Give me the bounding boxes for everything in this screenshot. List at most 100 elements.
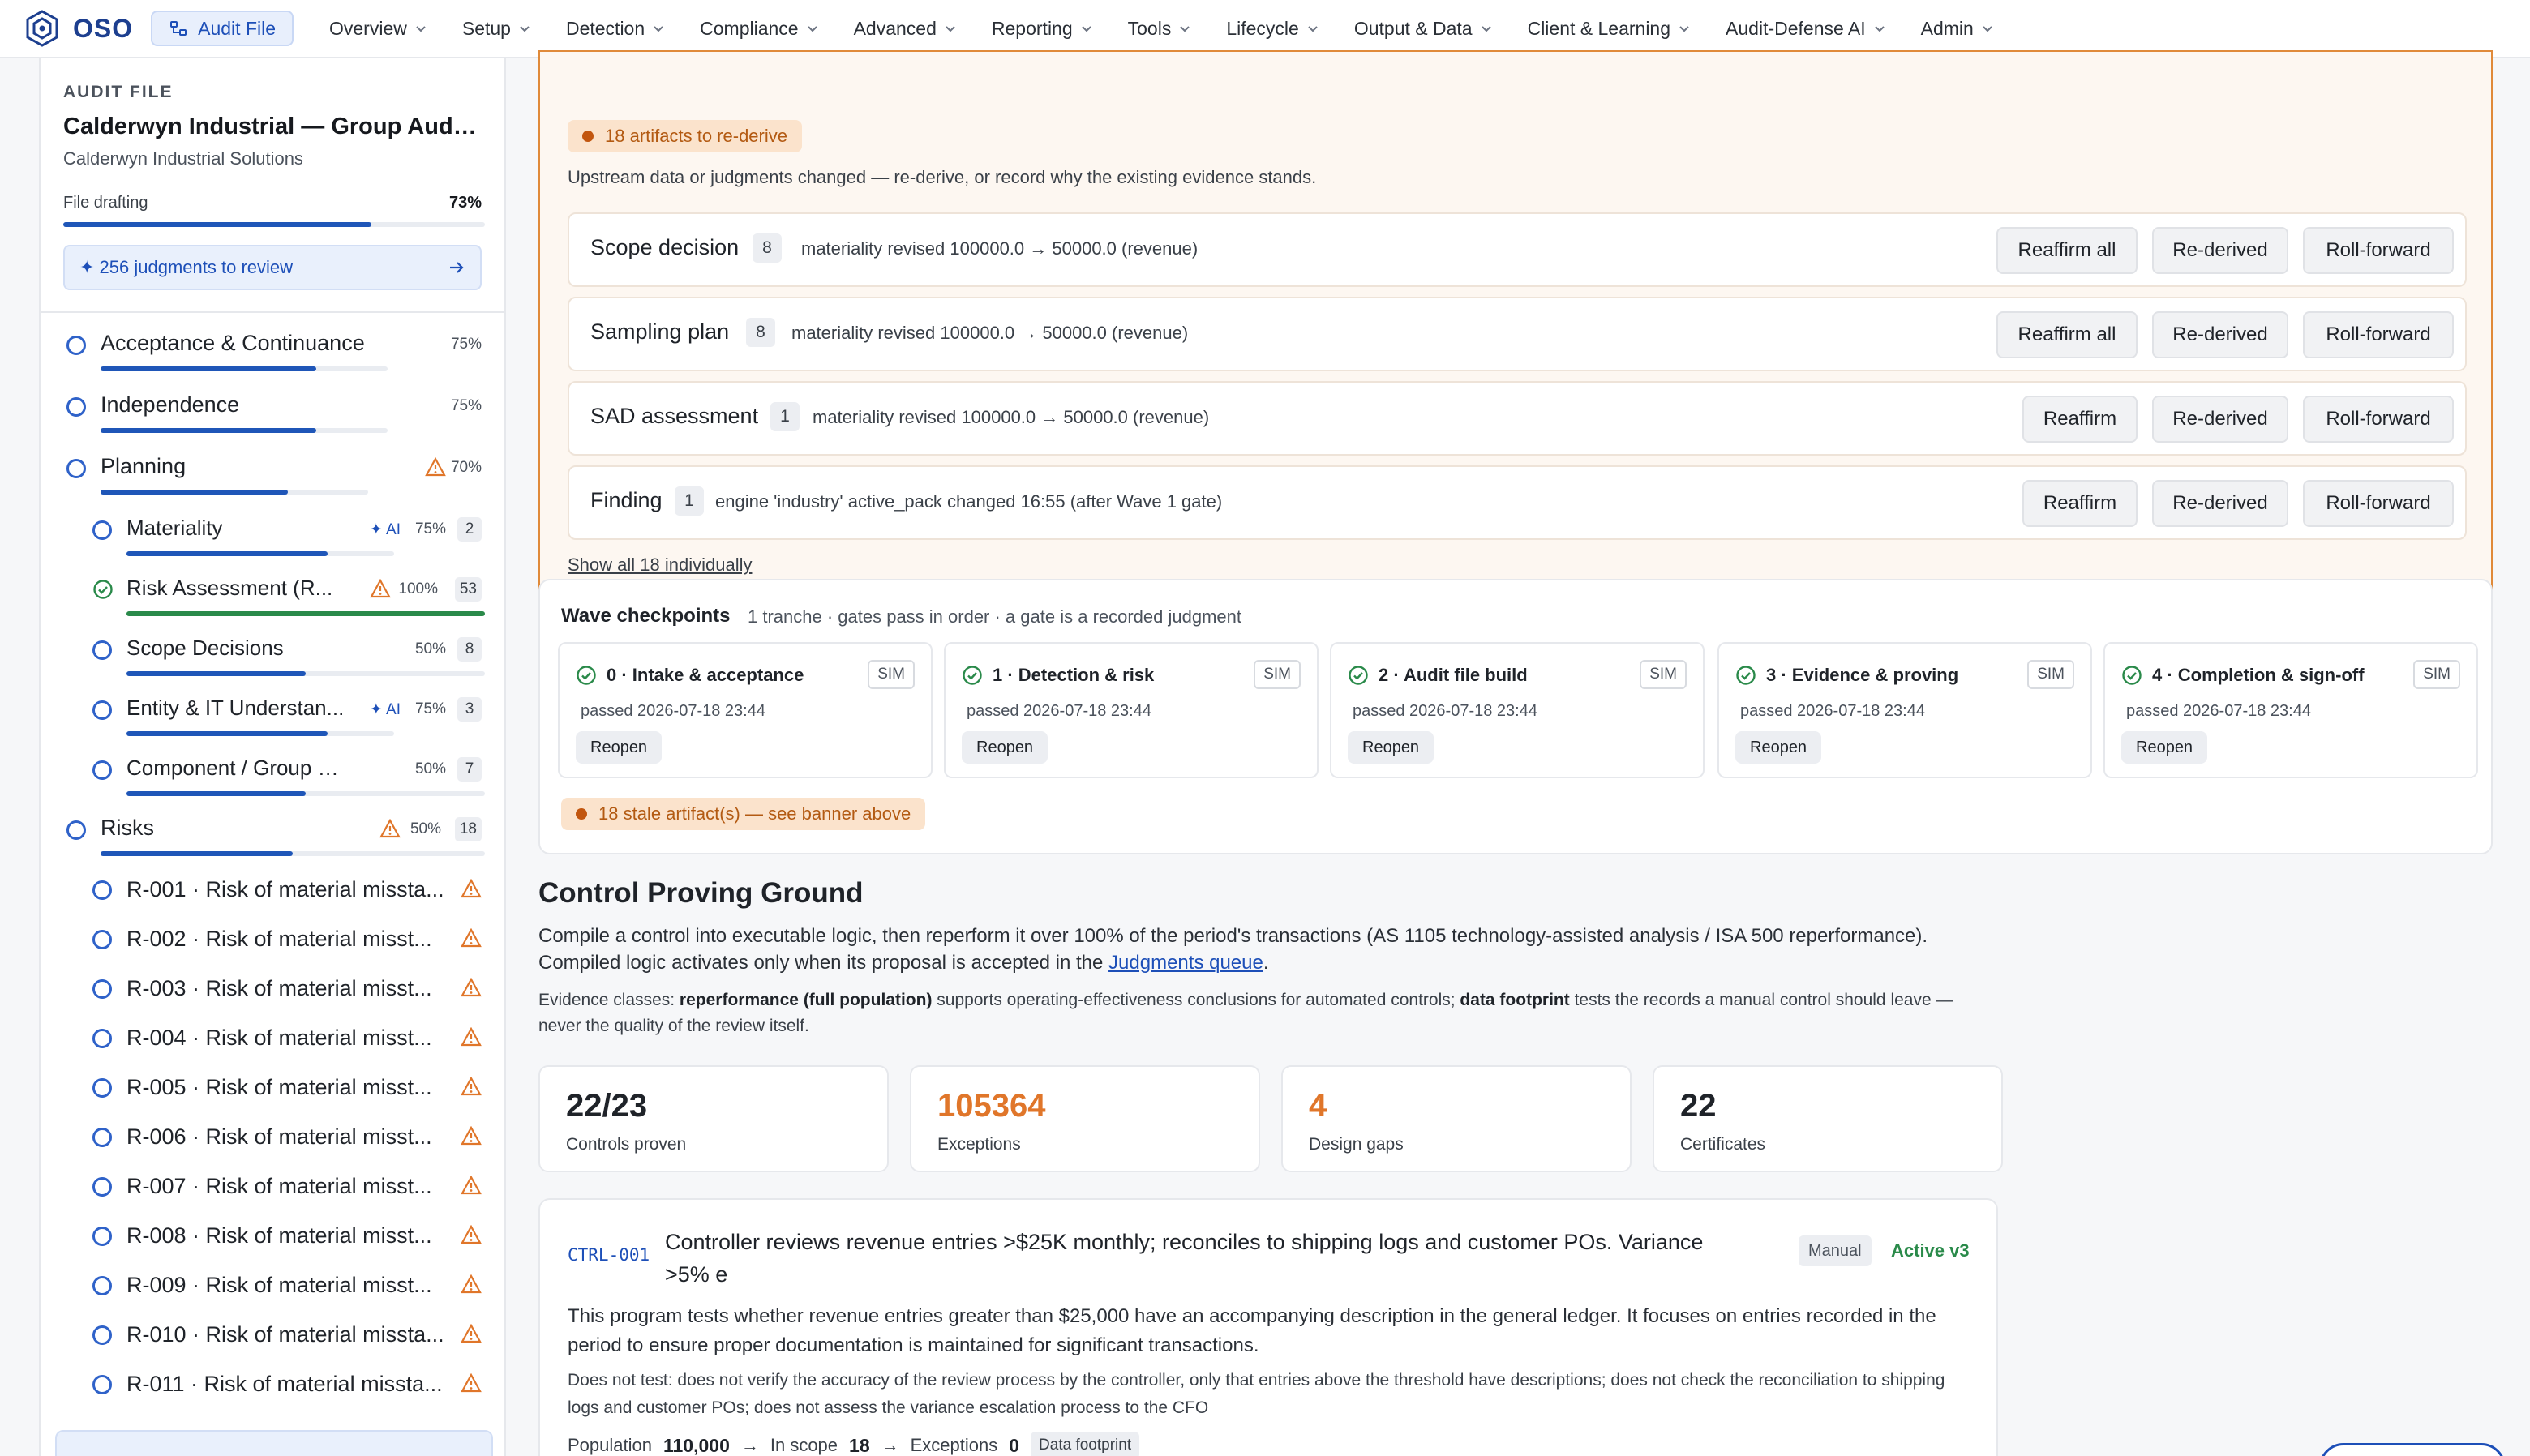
chevron-down-icon xyxy=(946,26,955,32)
risk-list-item[interactable]: R-005 · Risk of material misst... xyxy=(63,1065,482,1115)
rederive-item-name: SAD assessment xyxy=(590,404,759,428)
reopen-button[interactable]: Reopen xyxy=(962,731,1048,764)
wave-passed-timestamp: passed 2026-07-18 23:44 xyxy=(2126,702,2311,720)
tree-item-acceptance[interactable]: Acceptance & Continuance 75% xyxy=(63,321,482,383)
roll-forward-button[interactable]: Roll-forward xyxy=(2303,311,2454,358)
judgments-review-button[interactable]: ✦ 256 judgments to review xyxy=(63,245,482,290)
risk-list-item[interactable]: R-006 · Risk of material misst... xyxy=(63,1115,482,1164)
stat-value: 4 xyxy=(1309,1088,1327,1124)
stale-artifacts-pill[interactable]: 18 stale artifact(s) — see banner above xyxy=(561,798,926,830)
tree-item-materiality[interactable]: Materiality ✦ AI 75% 2 xyxy=(63,506,482,566)
nav-overview[interactable]: Overview xyxy=(311,0,444,58)
tree-item-percent: 75% xyxy=(450,397,482,414)
nav-lifecycle[interactable]: Lifecycle xyxy=(1208,0,1336,58)
risk-item-label: R-001 · Risk of material missta... xyxy=(126,877,444,901)
reaffirm-all-button[interactable]: Reaffirm all xyxy=(1996,311,2138,358)
risk-list-item[interactable]: R-008 · Risk of material misst... xyxy=(63,1214,482,1263)
risk-list-item[interactable]: R-011 · Risk of material missta... xyxy=(63,1362,482,1411)
engagement-title[interactable]: Calderwyn Industrial — Group Audit... xyxy=(63,113,482,140)
tree-item-component-group-scope[interactable]: Component / Group Scop... 50% 7 xyxy=(63,746,485,806)
tree-item-percent: 75% xyxy=(414,700,446,717)
reopen-button[interactable]: Reopen xyxy=(2121,731,2208,764)
status-circle-icon xyxy=(92,1177,112,1197)
control-id[interactable]: CTRL-001 xyxy=(568,1245,650,1265)
reopen-button[interactable]: Reopen xyxy=(1735,731,1822,764)
stat-value: 105364 xyxy=(937,1088,1046,1124)
nav-client-learning[interactable]: Client & Learning xyxy=(1510,0,1708,58)
tree-item-progress xyxy=(126,791,485,796)
rederive-item-scope-decision: Scope decision 8 materiality revised 100… xyxy=(568,212,2467,287)
risk-list-item[interactable]: R-002 · Risk of material misst... xyxy=(63,917,482,966)
roll-forward-button[interactable]: Roll-forward xyxy=(2303,396,2454,443)
stat-design-gaps: 4 Design gaps xyxy=(1281,1065,1632,1172)
warning-icon xyxy=(370,579,391,598)
re-derived-button[interactable]: Re-derived xyxy=(2152,480,2288,527)
status-circle-icon xyxy=(92,1128,112,1147)
roll-forward-button[interactable]: Roll-forward xyxy=(2303,227,2454,274)
reaffirm-all-button[interactable]: Reaffirm all xyxy=(1996,227,2138,274)
nav-tools[interactable]: Tools xyxy=(1110,0,1209,58)
risk-list-item[interactable]: R-009 · Risk of material misst... xyxy=(63,1263,482,1313)
tree-item-planning[interactable]: Planning 70% xyxy=(63,444,482,506)
audit-file-button[interactable]: Audit File xyxy=(151,11,294,46)
rederive-item-sampling-plan: Sampling plan 8 materiality revised 1000… xyxy=(568,297,2467,371)
check-circle-icon xyxy=(1349,666,1368,685)
wave-checkpoint-card: 2 · Audit file build SIM passed 2026-07-18… xyxy=(1330,642,1705,778)
warning-icon xyxy=(380,819,401,838)
re-derived-button[interactable]: Re-derived xyxy=(2152,227,2288,274)
reopen-button[interactable]: Reopen xyxy=(576,731,663,764)
tree-item-scope-decisions[interactable]: Scope Decisions 50% 8 xyxy=(63,626,485,686)
control-type-badge: Manual xyxy=(1799,1235,1872,1266)
logo-text: OSO xyxy=(73,13,134,43)
exceptions-value: 0 xyxy=(1009,1434,1020,1456)
roll-forward-button[interactable]: Roll-forward xyxy=(2303,480,2454,527)
logo[interactable]: OSO xyxy=(23,9,133,48)
rederive-item-count: 8 xyxy=(746,318,775,347)
tree-item-independence[interactable]: Independence 75% xyxy=(63,383,482,444)
stale-artifacts-label: 18 stale artifact(s) — see banner above xyxy=(598,803,911,824)
nav-output-data[interactable]: Output & Data xyxy=(1336,0,1510,58)
judgments-queue-link[interactable]: Judgments queue xyxy=(1108,952,1263,974)
nav-label: Lifecycle xyxy=(1226,17,1299,39)
tree-item-entity-it[interactable]: Entity & IT Understan... ✦ AI 75% 3 xyxy=(63,686,482,746)
reopen-button[interactable]: Reopen xyxy=(1348,731,1434,764)
control-action-button[interactable] xyxy=(2319,1443,2506,1456)
reaffirm-button[interactable]: Reaffirm xyxy=(2022,396,2138,443)
nav-detection[interactable]: Detection xyxy=(548,0,682,58)
nav-audit-defense-ai[interactable]: Audit-Defense AI xyxy=(1708,0,1903,58)
risk-item-label: R-011 · Risk of material missta... xyxy=(126,1372,443,1396)
nav-reporting[interactable]: Reporting xyxy=(974,0,1110,58)
stat-controls-proven: 22/23 Controls proven xyxy=(538,1065,889,1172)
nav-compliance[interactable]: Compliance xyxy=(682,0,835,58)
sim-badge: SIM xyxy=(1254,660,1301,689)
risk-list-item[interactable]: R-010 · Risk of material missta... xyxy=(63,1313,482,1362)
risk-list: R-001 · Risk of material missta... R-002 … xyxy=(63,867,482,1411)
nav-admin[interactable]: Admin xyxy=(1903,0,2011,58)
status-circle-icon xyxy=(92,1227,112,1246)
tree-item-percent: 50% xyxy=(414,640,446,657)
sidebar-bottom-action[interactable] xyxy=(55,1430,493,1456)
chevron-down-icon xyxy=(1081,26,1091,32)
risk-list-item[interactable]: R-001 · Risk of material missta... xyxy=(63,867,482,917)
nav-setup[interactable]: Setup xyxy=(444,0,548,58)
arrow-icon: → xyxy=(881,1435,899,1455)
stat-value: 22/23 xyxy=(566,1088,648,1124)
risk-item-label: R-002 · Risk of material misst... xyxy=(126,927,432,951)
tree-item-risks[interactable]: Risks 50% 18 xyxy=(63,806,485,867)
re-derived-button[interactable]: Re-derived xyxy=(2152,396,2288,443)
risk-list-item[interactable]: R-003 · Risk of material misst... xyxy=(63,966,482,1016)
warning-icon xyxy=(461,1324,482,1343)
check-circle-icon xyxy=(93,580,113,599)
tree-item-risk-assessment[interactable]: Risk Assessment (R... 100% 53 xyxy=(63,566,485,626)
wave-passed-timestamp: passed 2026-07-18 23:44 xyxy=(967,702,1151,720)
rederive-item-name: Finding xyxy=(590,488,663,512)
rederive-item-note: materiality revised 100000.0 → 50000.0 (… xyxy=(813,407,1210,427)
reaffirm-button[interactable]: Reaffirm xyxy=(2022,480,2138,527)
show-all-link[interactable]: Show all 18 individually xyxy=(568,555,752,576)
nav-advanced[interactable]: Advanced xyxy=(836,0,974,58)
risk-list-item[interactable]: R-007 · Risk of material misst... xyxy=(63,1164,482,1214)
progress-fill xyxy=(126,551,328,556)
risk-list-item[interactable]: R-004 · Risk of material misst... xyxy=(63,1016,482,1065)
tree-item-progress xyxy=(101,851,485,856)
re-derived-button[interactable]: Re-derived xyxy=(2152,311,2288,358)
